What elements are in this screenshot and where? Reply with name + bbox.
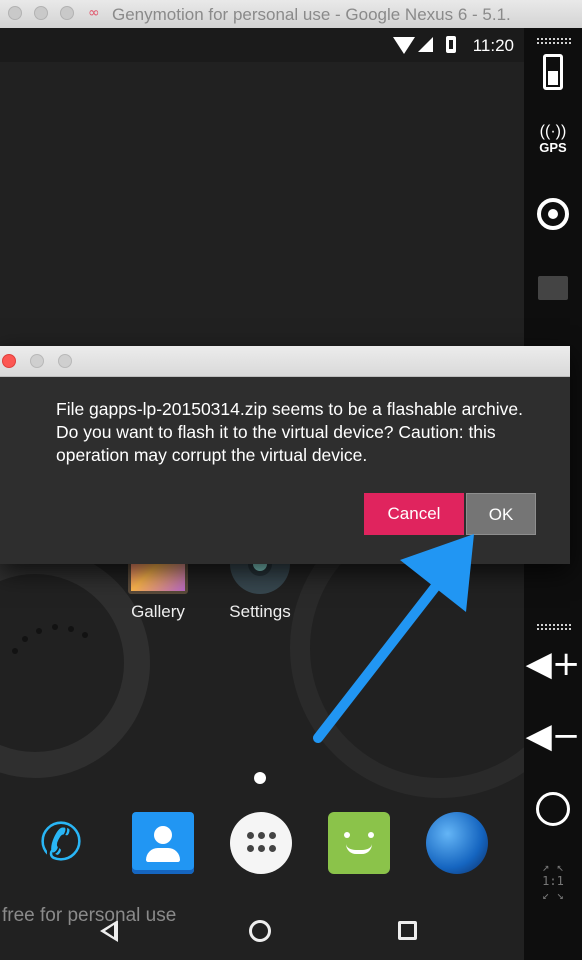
dialog-zoom-button[interactable] <box>58 354 72 368</box>
gps-widget-button[interactable]: ((·)) GPS <box>524 123 582 156</box>
volume-up-icon: ◀+ <box>525 644 581 684</box>
status-time: 11:20 <box>472 36 514 55</box>
volume-up-button[interactable]: ◀+ <box>524 644 582 684</box>
app-label: Gallery <box>131 602 185 621</box>
page-indicator <box>254 772 266 784</box>
sidebar-grip <box>537 624 571 630</box>
window-minimize-button[interactable] <box>34 6 48 20</box>
cancel-button[interactable]: Cancel <box>364 493 464 535</box>
scale-icon: ↗ ↖ <box>542 860 564 874</box>
dialog-minimize-button[interactable] <box>30 354 44 368</box>
dialog-title-bar <box>0 346 570 377</box>
browser-globe-icon[interactable] <box>426 812 488 874</box>
status-bar: 11:20 <box>0 28 524 62</box>
webcam-widget-button[interactable] <box>524 198 582 230</box>
scale-button[interactable]: ↗ ↖ 1:1 ↙ ↘ <box>524 860 582 902</box>
rotate-icon <box>536 792 570 826</box>
battery-icon <box>543 54 563 90</box>
sidebar-grip <box>537 38 571 44</box>
status-battery-icon <box>446 36 456 53</box>
signal-icon <box>418 37 433 52</box>
genymotion-logo-icon: ∞ <box>88 5 100 21</box>
home-icon[interactable] <box>249 920 271 942</box>
webcam-icon <box>537 198 569 230</box>
wifi-icon <box>393 37 415 54</box>
rotate-button[interactable] <box>524 792 582 826</box>
app-label: Settings <box>229 602 291 621</box>
dialog-close-button[interactable] <box>2 354 16 368</box>
volume-down-icon: ◀− <box>525 716 581 756</box>
media-clapper-icon <box>538 276 568 300</box>
flash-archive-dialog: File gapps-lp-20150314.zip seems to be a… <box>0 346 570 564</box>
gps-icon: ((·)) <box>539 123 567 140</box>
personal-use-watermark: free for personal use <box>2 905 177 926</box>
messaging-icon[interactable] <box>328 812 390 874</box>
battery-widget-button[interactable] <box>524 54 582 90</box>
recent-apps-icon[interactable] <box>398 921 417 940</box>
phone-icon[interactable]: ✆ <box>30 812 92 874</box>
contacts-icon[interactable] <box>132 812 194 874</box>
volume-down-button[interactable]: ◀− <box>524 716 582 756</box>
gps-label: GPS <box>539 140 567 155</box>
dialog-message: File gapps-lp-20150314.zip seems to be a… <box>56 399 523 465</box>
window-title-bar: ∞ Genymotion for personal use - Google N… <box>0 0 582 29</box>
scale-icon-arrows: ↙ ↘ <box>542 888 564 902</box>
ok-button[interactable]: OK <box>466 493 536 535</box>
scale-label: 1:1 <box>542 874 564 888</box>
media-widget-button[interactable] <box>524 276 582 300</box>
window-zoom-button[interactable] <box>60 6 74 20</box>
wallpaper-dots <box>8 608 118 668</box>
window-close-button[interactable] <box>8 6 22 20</box>
all-apps-icon[interactable] <box>230 812 292 874</box>
window-title: Genymotion for personal use - Google Nex… <box>112 5 511 24</box>
